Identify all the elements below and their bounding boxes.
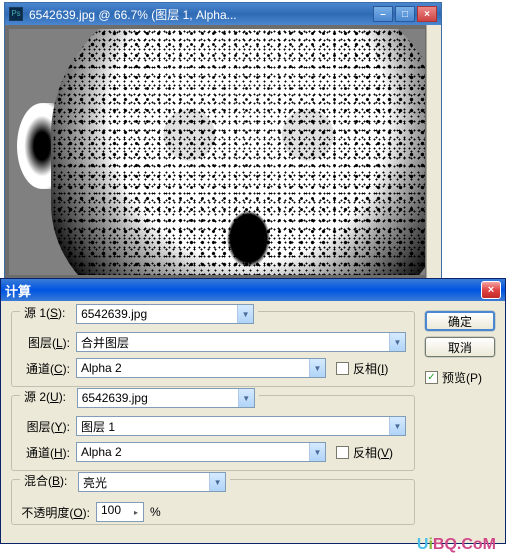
- opacity-label: 不透明度(O):: [20, 504, 90, 521]
- hotkey: O: [73, 506, 82, 520]
- chevron-down-icon: ▼: [389, 333, 405, 351]
- combo-value: 图层 1: [77, 418, 389, 435]
- document-titlebar[interactable]: Ps 6542639.jpg @ 66.7% (图层 1, Alpha... –…: [5, 3, 441, 25]
- combo-value: Alpha 2: [77, 361, 309, 375]
- source1-file-combo[interactable]: 6542639.jpg ▼: [76, 304, 254, 324]
- label-text: 反相(: [353, 446, 381, 460]
- hotkey: B: [52, 474, 60, 488]
- label-text: 不透明度(: [21, 506, 73, 520]
- source2-file-combo[interactable]: 6542639.jpg ▼: [77, 388, 255, 408]
- combo-value: Alpha 2: [77, 445, 309, 459]
- combo-value: 亮光: [79, 474, 209, 491]
- label-text: 源 2(: [24, 390, 50, 404]
- chevron-down-icon: ▼: [389, 417, 405, 435]
- source1-layer-label: 图层(L):: [20, 334, 70, 351]
- dialog-close-button[interactable]: ×: [481, 281, 501, 299]
- hotkey: H: [54, 446, 63, 460]
- cancel-button[interactable]: 取消: [425, 337, 495, 357]
- label-text: 通道(: [26, 446, 54, 460]
- source1-invert-checkbox[interactable]: 反相(I): [336, 360, 388, 377]
- maximize-button[interactable]: □: [395, 6, 415, 22]
- label-text: ):: [63, 446, 70, 460]
- input-value: 100: [101, 503, 121, 517]
- source2-channel-combo[interactable]: Alpha 2 ▼: [76, 442, 326, 462]
- chevron-down-icon: ▼: [238, 389, 254, 407]
- checkbox-icon: [336, 446, 349, 459]
- source2-layer-combo[interactable]: 图层 1 ▼: [76, 416, 406, 436]
- label-text: 通道(: [26, 362, 54, 376]
- source1-channel-combo[interactable]: Alpha 2 ▼: [76, 358, 326, 378]
- label-text: ):: [58, 306, 65, 320]
- label-text: ):: [83, 506, 90, 520]
- blend-legend: 混合(B): 亮光 ▼: [20, 472, 230, 492]
- label-text: ): [384, 362, 388, 376]
- channel-preview-image: [9, 29, 425, 275]
- document-window: Ps 6542639.jpg @ 66.7% (图层 1, Alpha... –…: [4, 2, 442, 280]
- dialog-titlebar[interactable]: 计算 ×: [1, 279, 505, 301]
- source1-channel-label: 通道(C):: [20, 360, 70, 377]
- hotkey: Y: [55, 420, 63, 434]
- label-text: ):: [63, 420, 70, 434]
- combo-value: 6542639.jpg: [78, 391, 238, 405]
- minimize-button[interactable]: –: [373, 6, 393, 22]
- hotkey: S: [50, 306, 58, 320]
- chevron-down-icon: ▼: [309, 443, 325, 461]
- source2-invert-checkbox[interactable]: 反相(V): [336, 444, 393, 461]
- dialog-body: 源 1(S): 6542639.jpg ▼ 图层(L): 合并图层 ▼: [1, 301, 505, 543]
- chevron-down-icon: ▼: [209, 473, 225, 491]
- window-controls: – □ ×: [373, 6, 437, 22]
- combo-value: 6542639.jpg: [77, 307, 237, 321]
- combo-value: 合并图层: [77, 334, 389, 351]
- hotkey: C: [54, 362, 63, 376]
- vertical-scrollbar[interactable]: [426, 25, 441, 279]
- source1-layer-combo[interactable]: 合并图层 ▼: [76, 332, 406, 352]
- preview-checkbox[interactable]: ✓ 预览(P): [425, 369, 495, 386]
- label-text: ):: [60, 474, 67, 488]
- label-text: 源 1(: [24, 306, 50, 320]
- document-canvas[interactable]: [9, 29, 425, 275]
- checkbox-icon: ✓: [425, 371, 438, 384]
- hotkey: L: [56, 336, 63, 350]
- source2-legend: 源 2(U): 6542639.jpg ▼: [20, 388, 259, 408]
- hotkey: V: [381, 446, 389, 460]
- watermark: UiBQ.CoM: [417, 536, 496, 554]
- chevron-down-icon: ▼: [237, 305, 253, 323]
- ok-button[interactable]: 确定: [425, 311, 495, 331]
- label-text: 图层(: [28, 336, 56, 350]
- checkbox-label: 预览(P): [442, 369, 482, 386]
- blend-mode-combo[interactable]: 亮光 ▼: [78, 472, 226, 492]
- dialog-buttons: 确定 取消 ✓ 预览(P): [425, 311, 495, 533]
- label-text: ):: [59, 390, 66, 404]
- chevron-right-icon: ▸: [129, 503, 143, 521]
- watermark-text: U: [417, 536, 429, 553]
- label-text: 反相(: [353, 362, 381, 376]
- source2-group: 源 2(U): 6542639.jpg ▼ 图层(Y): 图层 1 ▼: [11, 395, 415, 471]
- source2-channel-label: 通道(H):: [20, 444, 70, 461]
- document-title: 6542639.jpg @ 66.7% (图层 1, Alpha...: [29, 6, 373, 23]
- percent-label: %: [150, 505, 161, 519]
- blend-group: 混合(B): 亮光 ▼ 不透明度(O): 100 ▸ %: [11, 479, 415, 525]
- hotkey: U: [50, 390, 59, 404]
- source1-legend: 源 1(S): 6542639.jpg ▼: [20, 304, 258, 324]
- source2-layer-label: 图层(Y):: [20, 418, 70, 435]
- label-text: 混合(: [24, 474, 52, 488]
- source1-group: 源 1(S): 6542639.jpg ▼ 图层(L): 合并图层 ▼: [11, 311, 415, 387]
- label-text: 图层(: [27, 420, 55, 434]
- close-button[interactable]: ×: [417, 6, 437, 22]
- opacity-input[interactable]: 100 ▸: [96, 502, 144, 522]
- label-text: ):: [63, 336, 70, 350]
- checkbox-icon: [336, 362, 349, 375]
- calculations-dialog: 计算 × 源 1(S): 6542639.jpg ▼ 图层(L):: [0, 278, 506, 544]
- checkbox-label: 反相(V): [353, 444, 393, 461]
- dialog-form: 源 1(S): 6542639.jpg ▼ 图层(L): 合并图层 ▼: [11, 311, 415, 533]
- chevron-down-icon: ▼: [309, 359, 325, 377]
- label-text: ): [389, 446, 393, 460]
- dialog-title: 计算: [5, 281, 481, 300]
- app-icon: Ps: [9, 7, 23, 21]
- image-region: [51, 29, 425, 275]
- watermark-text: BQ.CoM: [433, 536, 496, 553]
- label-text: ):: [63, 362, 70, 376]
- checkbox-label: 反相(I): [353, 360, 388, 377]
